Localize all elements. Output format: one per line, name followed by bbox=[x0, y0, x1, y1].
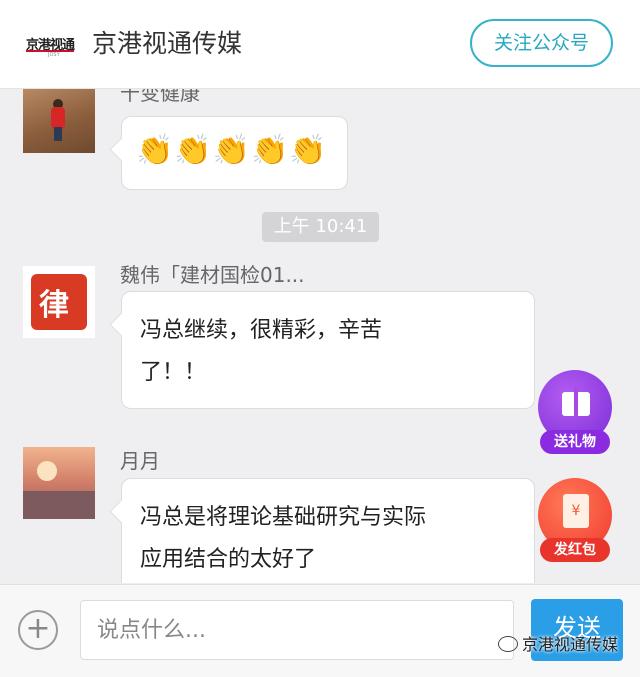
message-text-line: 了！！ bbox=[140, 360, 207, 385]
wechat-logo-icon bbox=[498, 636, 518, 652]
watermark-text: 京港视通传媒 bbox=[522, 635, 619, 654]
message-input-bar: + 发送 京港视通传媒 bbox=[0, 584, 640, 677]
seal-icon: 律 bbox=[31, 274, 87, 330]
send-gift-label: 送礼物 bbox=[540, 430, 610, 454]
message-text-line: 应用结合的太好了 bbox=[140, 547, 317, 572]
timestamp-badge: 上午 10:41 bbox=[262, 212, 379, 242]
message-text-line: 冯总是将理论基础研究与实际 bbox=[140, 505, 427, 530]
clapping-hands-emoji: 👏👏👏👏👏 bbox=[136, 133, 328, 168]
avatar-sender-2[interactable]: 律 bbox=[23, 266, 95, 338]
send-red-packet-button[interactable]: ¥ 发红包 bbox=[537, 478, 613, 562]
comment-input[interactable] bbox=[80, 600, 514, 660]
logo-subtext: JOSY bbox=[48, 52, 60, 58]
send-red-packet-label: 发红包 bbox=[540, 538, 610, 562]
avatar-sender-3[interactable] bbox=[23, 447, 95, 519]
yuan-symbol: ¥ bbox=[563, 494, 589, 528]
message-bubble[interactable]: 👏👏👏👏👏 bbox=[121, 116, 348, 190]
brand-logo: 京港视通 JOSY bbox=[26, 28, 76, 62]
message-bubble[interactable]: 冯总继续，很精彩，辛苦 了！！ bbox=[121, 291, 535, 409]
wechat-watermark: 京港视通传媒 bbox=[498, 631, 618, 655]
sender-name: 千变健康 bbox=[120, 89, 200, 105]
message-text-line: 冯总继续，很精彩，辛苦 bbox=[140, 318, 383, 343]
account-title: 京港视通传媒 bbox=[92, 29, 243, 58]
message-bubble[interactable]: 冯总是将理论基础研究与实际 应用结合的太好了 bbox=[121, 478, 535, 583]
send-gift-button[interactable]: 送礼物 bbox=[537, 370, 613, 454]
plus-icon[interactable]: + bbox=[18, 610, 58, 650]
follow-account-button[interactable]: 关注公众号 bbox=[470, 19, 613, 67]
avatar-sender-1[interactable] bbox=[23, 89, 95, 153]
sender-name: 魏伟「建材国检01... bbox=[120, 263, 305, 287]
app-header: 京港视通 JOSY 京港视通传媒 关注公众号 bbox=[0, 0, 640, 89]
sender-name: 月月 bbox=[120, 449, 160, 473]
